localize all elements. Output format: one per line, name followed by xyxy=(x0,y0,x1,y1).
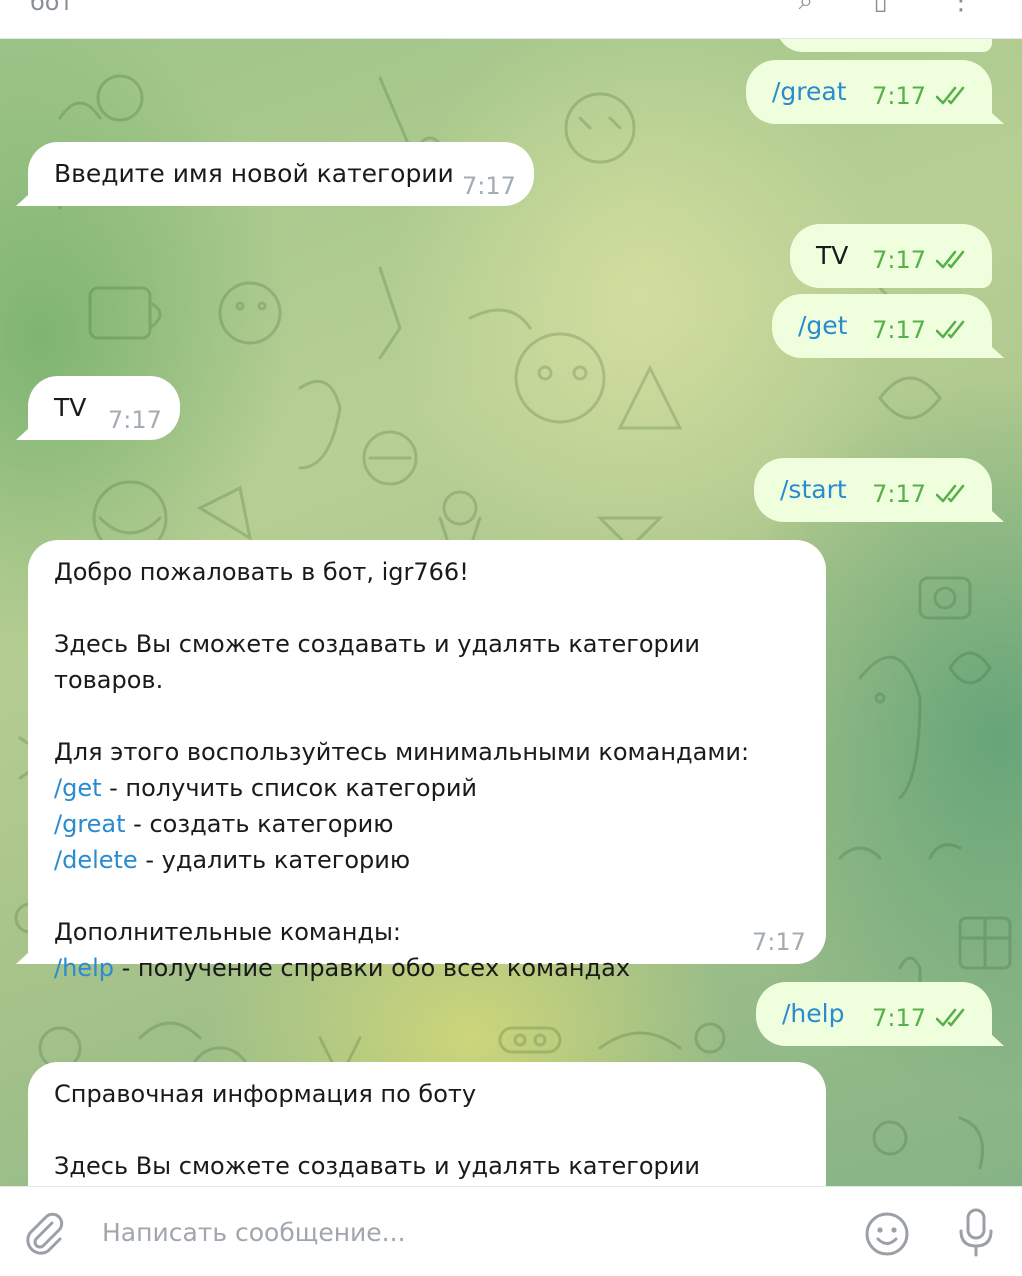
message-time: 7:17 xyxy=(916,38,970,48)
message-bubble-outgoing[interactable]: /start 7:17 xyxy=(754,458,1004,522)
chat-subtitle: бот xyxy=(30,0,74,16)
command-link-delete[interactable]: /delete xyxy=(54,846,138,874)
message-text[interactable]: /great xyxy=(772,74,847,110)
message-text[interactable]: /get xyxy=(798,308,847,344)
command-link-get[interactable]: /get xyxy=(54,774,102,802)
message-bubble-incoming-welcome[interactable]: Добро пожаловать в бот, igr766! Здесь Вы… xyxy=(16,540,826,982)
message-time: 7:17 xyxy=(872,1004,926,1032)
message-bubble-outgoing[interactable]: /great 7:17 xyxy=(746,60,1004,124)
message-text[interactable]: /start xyxy=(780,472,847,508)
message-meta: 7:17 xyxy=(872,312,970,348)
message-time: 7:17 xyxy=(462,172,516,200)
message-time: 7:17 xyxy=(752,928,806,956)
welcome-line: Добро пожаловать в бот, igr766! xyxy=(54,558,469,586)
message-input[interactable] xyxy=(102,1207,842,1257)
message-meta: 7:17 xyxy=(916,38,970,48)
command-description: - получение справки обо всех командах xyxy=(113,954,631,982)
double-check-icon xyxy=(936,484,965,503)
description-line: Здесь Вы сможете создавать и удалять кат… xyxy=(54,630,700,694)
message-bubble-outgoing[interactable]: /help 7:17 xyxy=(756,982,1004,1046)
message-time: 7:17 xyxy=(872,316,926,344)
message-text: TV xyxy=(54,393,87,422)
command-row: /great - создать категорию xyxy=(54,806,800,842)
message-time: 7:17 xyxy=(872,82,926,110)
message-bubble-incoming[interactable]: TV 7:17 xyxy=(16,376,180,440)
message-meta: 7:17 xyxy=(872,78,970,114)
chat-header: бот ⌕ ▯ ⋮ xyxy=(0,0,1022,39)
command-description: - удалить категорию xyxy=(137,846,411,874)
double-check-icon xyxy=(936,86,965,105)
command-description: - создать категорию xyxy=(125,810,394,838)
smiley-icon[interactable] xyxy=(864,1211,910,1257)
message-bubble-outgoing-partial[interactable]: 7:17 xyxy=(776,38,992,52)
message-time: 7:17 xyxy=(108,406,162,434)
help-title-line: Справочная информация по боту xyxy=(54,1080,477,1108)
message-meta: 7:17 xyxy=(872,242,970,278)
message-time: 7:17 xyxy=(872,246,926,274)
message-bubble-incoming-help[interactable]: Справочная информация по боту Здесь Вы с… xyxy=(28,1062,826,1186)
message-bubble-outgoing[interactable]: /get 7:17 xyxy=(772,294,1004,358)
double-check-icon xyxy=(936,1008,965,1027)
message-meta: 7:17 xyxy=(872,476,970,512)
paperclip-icon[interactable] xyxy=(22,1211,66,1255)
message-list[interactable]: 7:17 /great 7:17 Введите имя новой катег… xyxy=(0,38,1022,1186)
double-check-icon xyxy=(936,320,965,339)
message-composer xyxy=(0,1186,1022,1276)
message-text: Введите имя новой категории xyxy=(54,159,454,188)
command-link-help[interactable]: /help xyxy=(54,954,114,982)
commands-intro: Для этого воспользуйтесь минимальными ко… xyxy=(54,738,750,766)
message-text: TV xyxy=(816,241,849,270)
message-text[interactable]: /help xyxy=(782,996,844,1032)
command-row: /delete - удалить категорию xyxy=(54,842,800,878)
telegram-chat-window: бот ⌕ ▯ ⋮ /great 7:17 Введите имя новой … xyxy=(0,0,1022,1276)
double-check-icon xyxy=(936,250,965,269)
message-bubble-outgoing[interactable]: TV 7:17 xyxy=(790,224,992,288)
command-row: /help - получение справки обо всех коман… xyxy=(54,950,800,986)
command-link-great[interactable]: /great xyxy=(54,810,126,838)
command-description: - получить список категорий xyxy=(101,774,478,802)
extra-commands-heading: Дополнительные команды: xyxy=(54,918,402,946)
message-bubble-incoming[interactable]: Введите имя новой категории 7:17 xyxy=(16,142,534,206)
message-meta: 7:17 xyxy=(872,1000,970,1036)
description-line: Здесь Вы сможете создавать и удалять кат… xyxy=(54,1152,700,1180)
command-row: /get - получить список категорий xyxy=(54,770,800,806)
microphone-icon[interactable] xyxy=(954,1207,998,1259)
message-time: 7:17 xyxy=(872,480,926,508)
header-action-icons[interactable]: ⌕ ▯ ⋮ xyxy=(799,0,1000,17)
